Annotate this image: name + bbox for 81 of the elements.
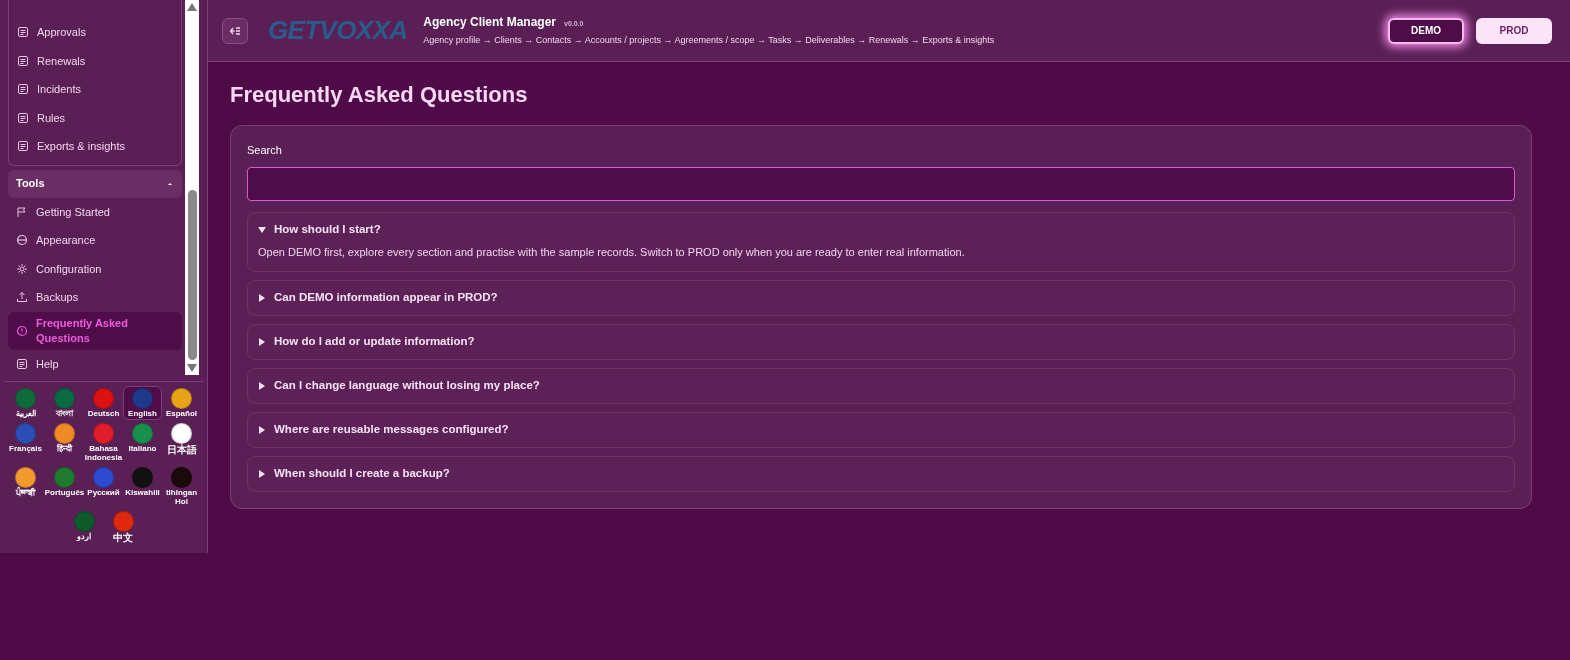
document-icon — [16, 357, 28, 370]
upload-icon — [16, 291, 28, 304]
sidebar-item[interactable]: Getting Started — [8, 197, 182, 226]
document-icon — [17, 83, 29, 96]
caret-right-icon — [258, 426, 266, 434]
faq-question[interactable]: Where are reusable messages configured? — [258, 413, 509, 447]
scroll-up-icon — [187, 3, 197, 11]
language-option[interactable]: اردو — [64, 509, 104, 545]
language-label: اردو — [77, 532, 91, 541]
settings-icon — [16, 262, 28, 275]
language-option[interactable]: 中文 — [103, 509, 143, 545]
sidebar-item[interactable]: Incidents — [9, 75, 181, 104]
caret-right-icon — [258, 470, 266, 478]
collapse-sidebar-button[interactable] — [222, 17, 248, 44]
search-field[interactable] — [247, 166, 1515, 201]
language-option[interactable]: Español — [162, 386, 201, 420]
language-label: Bahasa Indonesia — [84, 444, 123, 462]
faq-question[interactable]: Can I change language without losing my place? — [258, 369, 540, 403]
caret-down-icon — [258, 225, 266, 234]
language-label: 中文 — [113, 532, 133, 543]
sidebar-item[interactable]: Rules — [9, 103, 181, 132]
document-icon — [17, 54, 29, 67]
language-label: ਪੰਜਾਬੀ — [16, 488, 35, 497]
app-title: Agency Client Manager — [423, 14, 556, 32]
sidebar-item[interactable]: Renewals — [9, 46, 181, 75]
language-option[interactable]: Русский — [84, 465, 123, 508]
language-option[interactable]: English — [123, 386, 162, 420]
sidebar-item[interactable]: Configuration — [8, 254, 182, 283]
flag-icon — [16, 205, 28, 218]
language-label: বাংলা — [56, 409, 73, 418]
logo: GETVOXXA — [268, 14, 408, 47]
sidebar-item[interactable]: Approvals — [9, 18, 181, 47]
language-label: tlhIngan Hol — [164, 488, 199, 506]
language-label: Italiano — [128, 444, 157, 453]
caret-right-icon — [258, 382, 266, 390]
sidebar-item[interactable]: Help — [8, 349, 182, 377]
faq-answer: Open DEMO first, explore every section and practise with the sample records. Switch to PROD only when you are ready to enter real information. — [258, 244, 966, 260]
language-label: English — [128, 409, 157, 418]
sidebar-item[interactable]: Appearance — [8, 226, 182, 255]
language-label: Português — [44, 488, 85, 497]
language-label: 日本語 — [166, 444, 197, 455]
search-label: Search — [247, 143, 283, 158]
language-label: Русский — [87, 488, 120, 497]
language-label: Deutsch — [87, 409, 120, 418]
language-label: Kiswahili — [125, 488, 160, 497]
language-label: Français — [9, 444, 42, 453]
faq-question[interactable]: How do I add or update information? — [258, 325, 475, 359]
language-label: हिन्दी — [57, 444, 72, 453]
language-option[interactable]: Deutsch — [84, 386, 123, 420]
language-option[interactable]: Français — [6, 421, 45, 464]
help-icon — [16, 324, 28, 337]
language-option[interactable]: Bahasa Indonesia — [84, 421, 123, 464]
mode-button[interactable]: PROD — [1476, 17, 1552, 44]
caret-right-icon — [258, 294, 266, 302]
group-header[interactable]: Tools — [8, 169, 182, 198]
sidebar-item[interactable]: Exports & insights — [9, 132, 181, 161]
language-option[interactable]: العربية — [6, 386, 45, 420]
language-label: Español — [165, 409, 198, 418]
language-option[interactable]: বাংলা — [45, 386, 84, 420]
sidebar-item[interactable]: Backups — [8, 283, 182, 312]
language-option[interactable]: 日本語 — [162, 421, 201, 464]
language-label: العربية — [15, 409, 36, 418]
document-icon — [17, 140, 29, 153]
language-option[interactable]: tlhIngan Hol — [162, 465, 201, 508]
language-option[interactable]: Italiano — [123, 421, 162, 464]
collapse-icon — [229, 24, 241, 37]
language-option[interactable]: Kiswahili — [123, 465, 162, 508]
document-icon — [17, 26, 29, 39]
page-title: Frequently Asked Questions — [230, 81, 529, 109]
caret-right-icon — [258, 338, 266, 346]
sidebar-item[interactable]: Frequently Asked Questions — [8, 311, 182, 350]
faq-question[interactable]: Can DEMO information appear in PROD? — [258, 281, 498, 315]
document-icon — [17, 111, 29, 124]
language-option[interactable]: हिन्दी — [45, 421, 84, 464]
faq-question[interactable]: How should I start? — [258, 212, 381, 247]
language-option[interactable]: ਪੰਜਾਬੀ — [6, 465, 45, 508]
language-option[interactable]: Português — [45, 465, 84, 508]
mode-button[interactable]: DEMO — [1388, 17, 1464, 44]
scroll-down-icon — [187, 364, 197, 372]
faq-question[interactable]: When should I create a backup? — [258, 457, 450, 491]
breadcrumb: Agency profile → Clients → Contacts → Accounts / projects → Agreements / scope → Tasks → Deliverables → Renewals → Exports & insights — [423, 34, 995, 48]
